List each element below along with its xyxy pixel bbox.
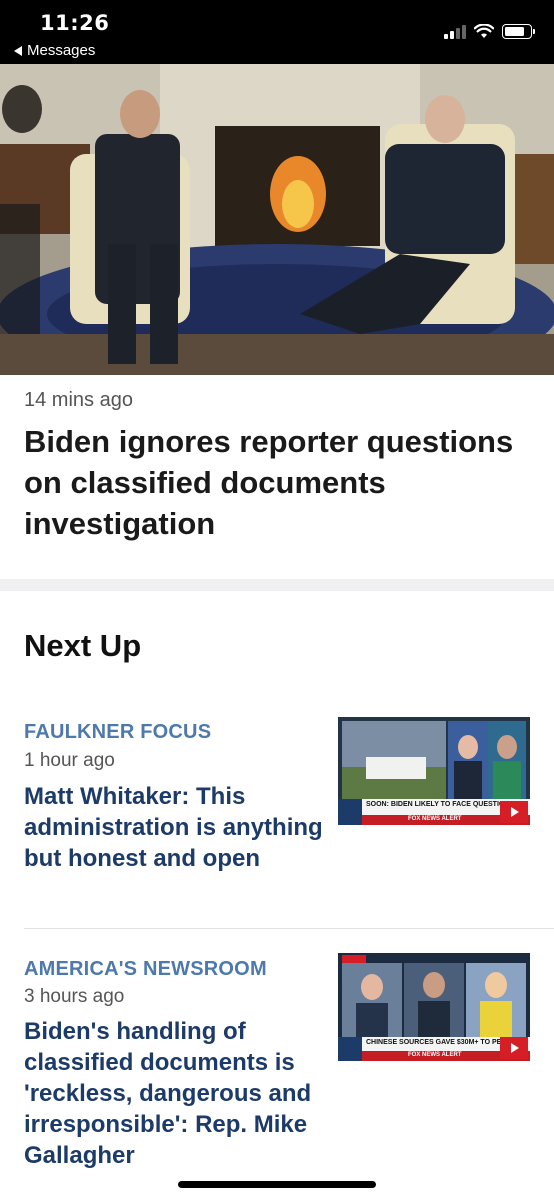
story-separator xyxy=(24,928,554,929)
story-category[interactable]: FAULKNER FOCUS xyxy=(24,721,211,744)
back-label: Messages xyxy=(27,42,96,59)
hero-image[interactable] xyxy=(0,64,554,375)
thumbnail-alert: FOX NEWS ALERT xyxy=(408,1052,462,1058)
play-icon[interactable] xyxy=(500,801,528,823)
back-to-messages[interactable]: Messages xyxy=(14,42,95,59)
next-up-heading: Next Up xyxy=(24,628,142,663)
wifi-icon xyxy=(474,24,494,38)
play-icon[interactable] xyxy=(500,1037,528,1059)
thumbnail-ticker: CHINESE SOURCES GAVE $30M+ TO PENN BIDEN… xyxy=(366,1039,504,1046)
home-indicator[interactable] xyxy=(178,1181,376,1188)
story-video-thumbnail[interactable]: SOON: BIDEN LIKELY TO FACE QUESTIONS ON … xyxy=(338,717,530,825)
story-timestamp: 3 hours ago xyxy=(24,986,125,1007)
back-arrow-icon xyxy=(14,45,22,56)
battery-icon xyxy=(502,24,535,39)
section-divider xyxy=(0,579,554,591)
thumbnail-ticker: SOON: BIDEN LIKELY TO FACE QUESTIONS ON … xyxy=(366,801,504,808)
story-headline[interactable]: Biden's handling of classified documents… xyxy=(24,1016,329,1171)
status-icons xyxy=(444,24,535,39)
story-video-thumbnail[interactable]: CHINESE SOURCES GAVE $30M+ TO PENN BIDEN… xyxy=(338,953,530,1061)
thumbnail-alert: FOX NEWS ALERT xyxy=(408,816,462,822)
story-category[interactable]: AMERICA'S NEWSROOM xyxy=(24,958,267,981)
cellular-signal-icon xyxy=(444,24,466,39)
hero-timestamp: 14 mins ago xyxy=(24,389,133,411)
story-timestamp: 1 hour ago xyxy=(24,750,115,771)
status-bar: 11:26 Messages xyxy=(0,0,554,64)
clock: 11:26 xyxy=(40,11,110,35)
oval-office-photo xyxy=(0,64,554,375)
story-headline[interactable]: Matt Whitaker: This administration is an… xyxy=(24,781,324,874)
hero-headline[interactable]: Biden ignores reporter questions on clas… xyxy=(24,421,534,544)
